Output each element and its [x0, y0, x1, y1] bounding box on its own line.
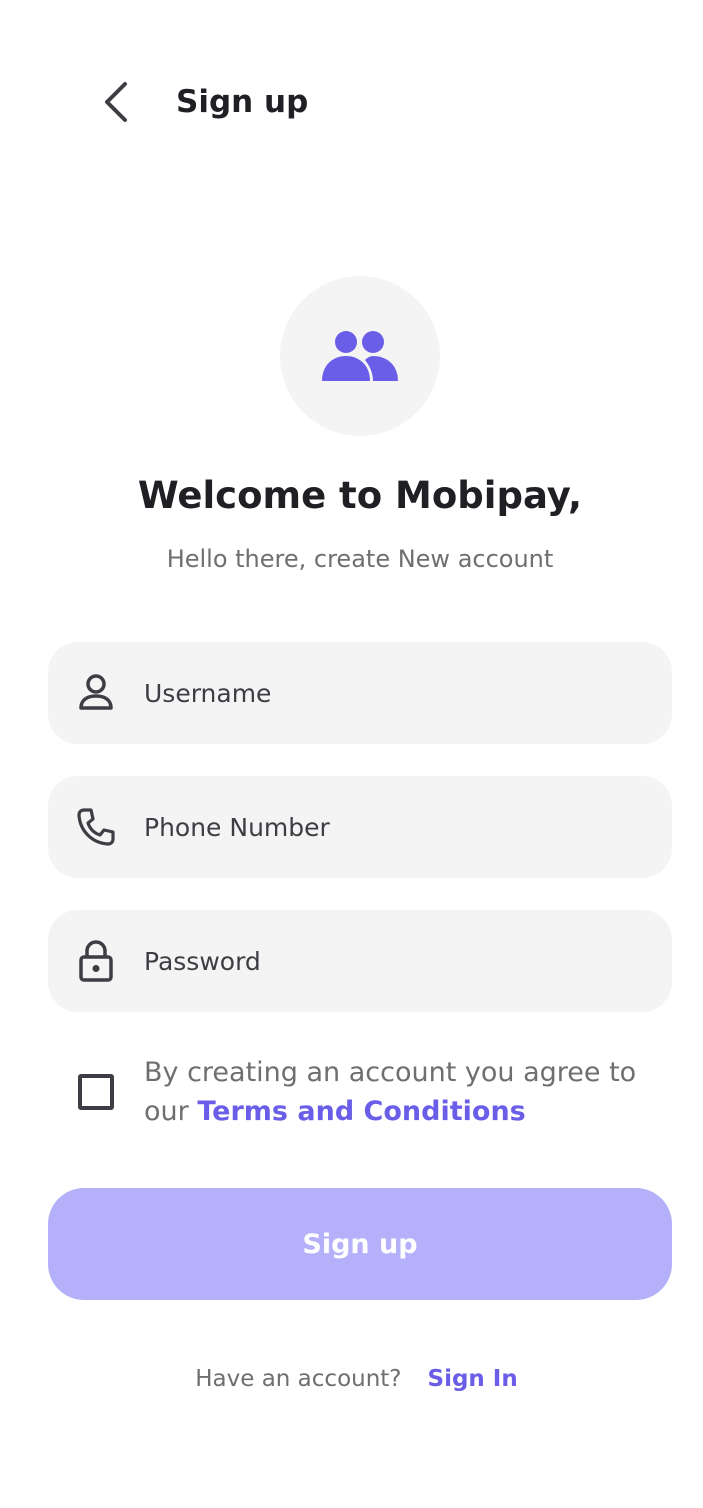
username-input[interactable]: [144, 642, 644, 744]
terms-link[interactable]: Terms and Conditions: [197, 1096, 525, 1127]
avatar: [280, 276, 440, 436]
terms-checkbox[interactable]: [78, 1074, 114, 1110]
welcome-heading: Welcome to Mobipay,: [137, 474, 583, 517]
password-field[interactable]: [48, 910, 672, 1012]
terms-text: By creating an account you agree to our …: [144, 1053, 664, 1131]
welcome-subtitle: Hello there, create New account: [166, 545, 554, 573]
sign-in-link[interactable]: Sign In: [428, 1362, 518, 1396]
person-icon: [76, 673, 116, 713]
chevron-left-icon: [105, 82, 127, 122]
signin-prompt: Have an account? Sign In: [0, 1362, 703, 1396]
username-field[interactable]: [48, 642, 672, 744]
lock-icon: [76, 940, 116, 982]
back-button[interactable]: [90, 76, 142, 128]
sign-up-button[interactable]: Sign up: [48, 1188, 672, 1300]
phone-input[interactable]: [144, 776, 644, 878]
phone-field[interactable]: [48, 776, 672, 878]
password-input[interactable]: [144, 910, 644, 1012]
phone-icon: [76, 807, 116, 847]
group-users-icon: [322, 331, 398, 381]
have-account-text: Have an account?: [195, 1366, 402, 1392]
page-title: Sign up: [176, 84, 309, 120]
top-bar: Sign up: [0, 60, 703, 144]
